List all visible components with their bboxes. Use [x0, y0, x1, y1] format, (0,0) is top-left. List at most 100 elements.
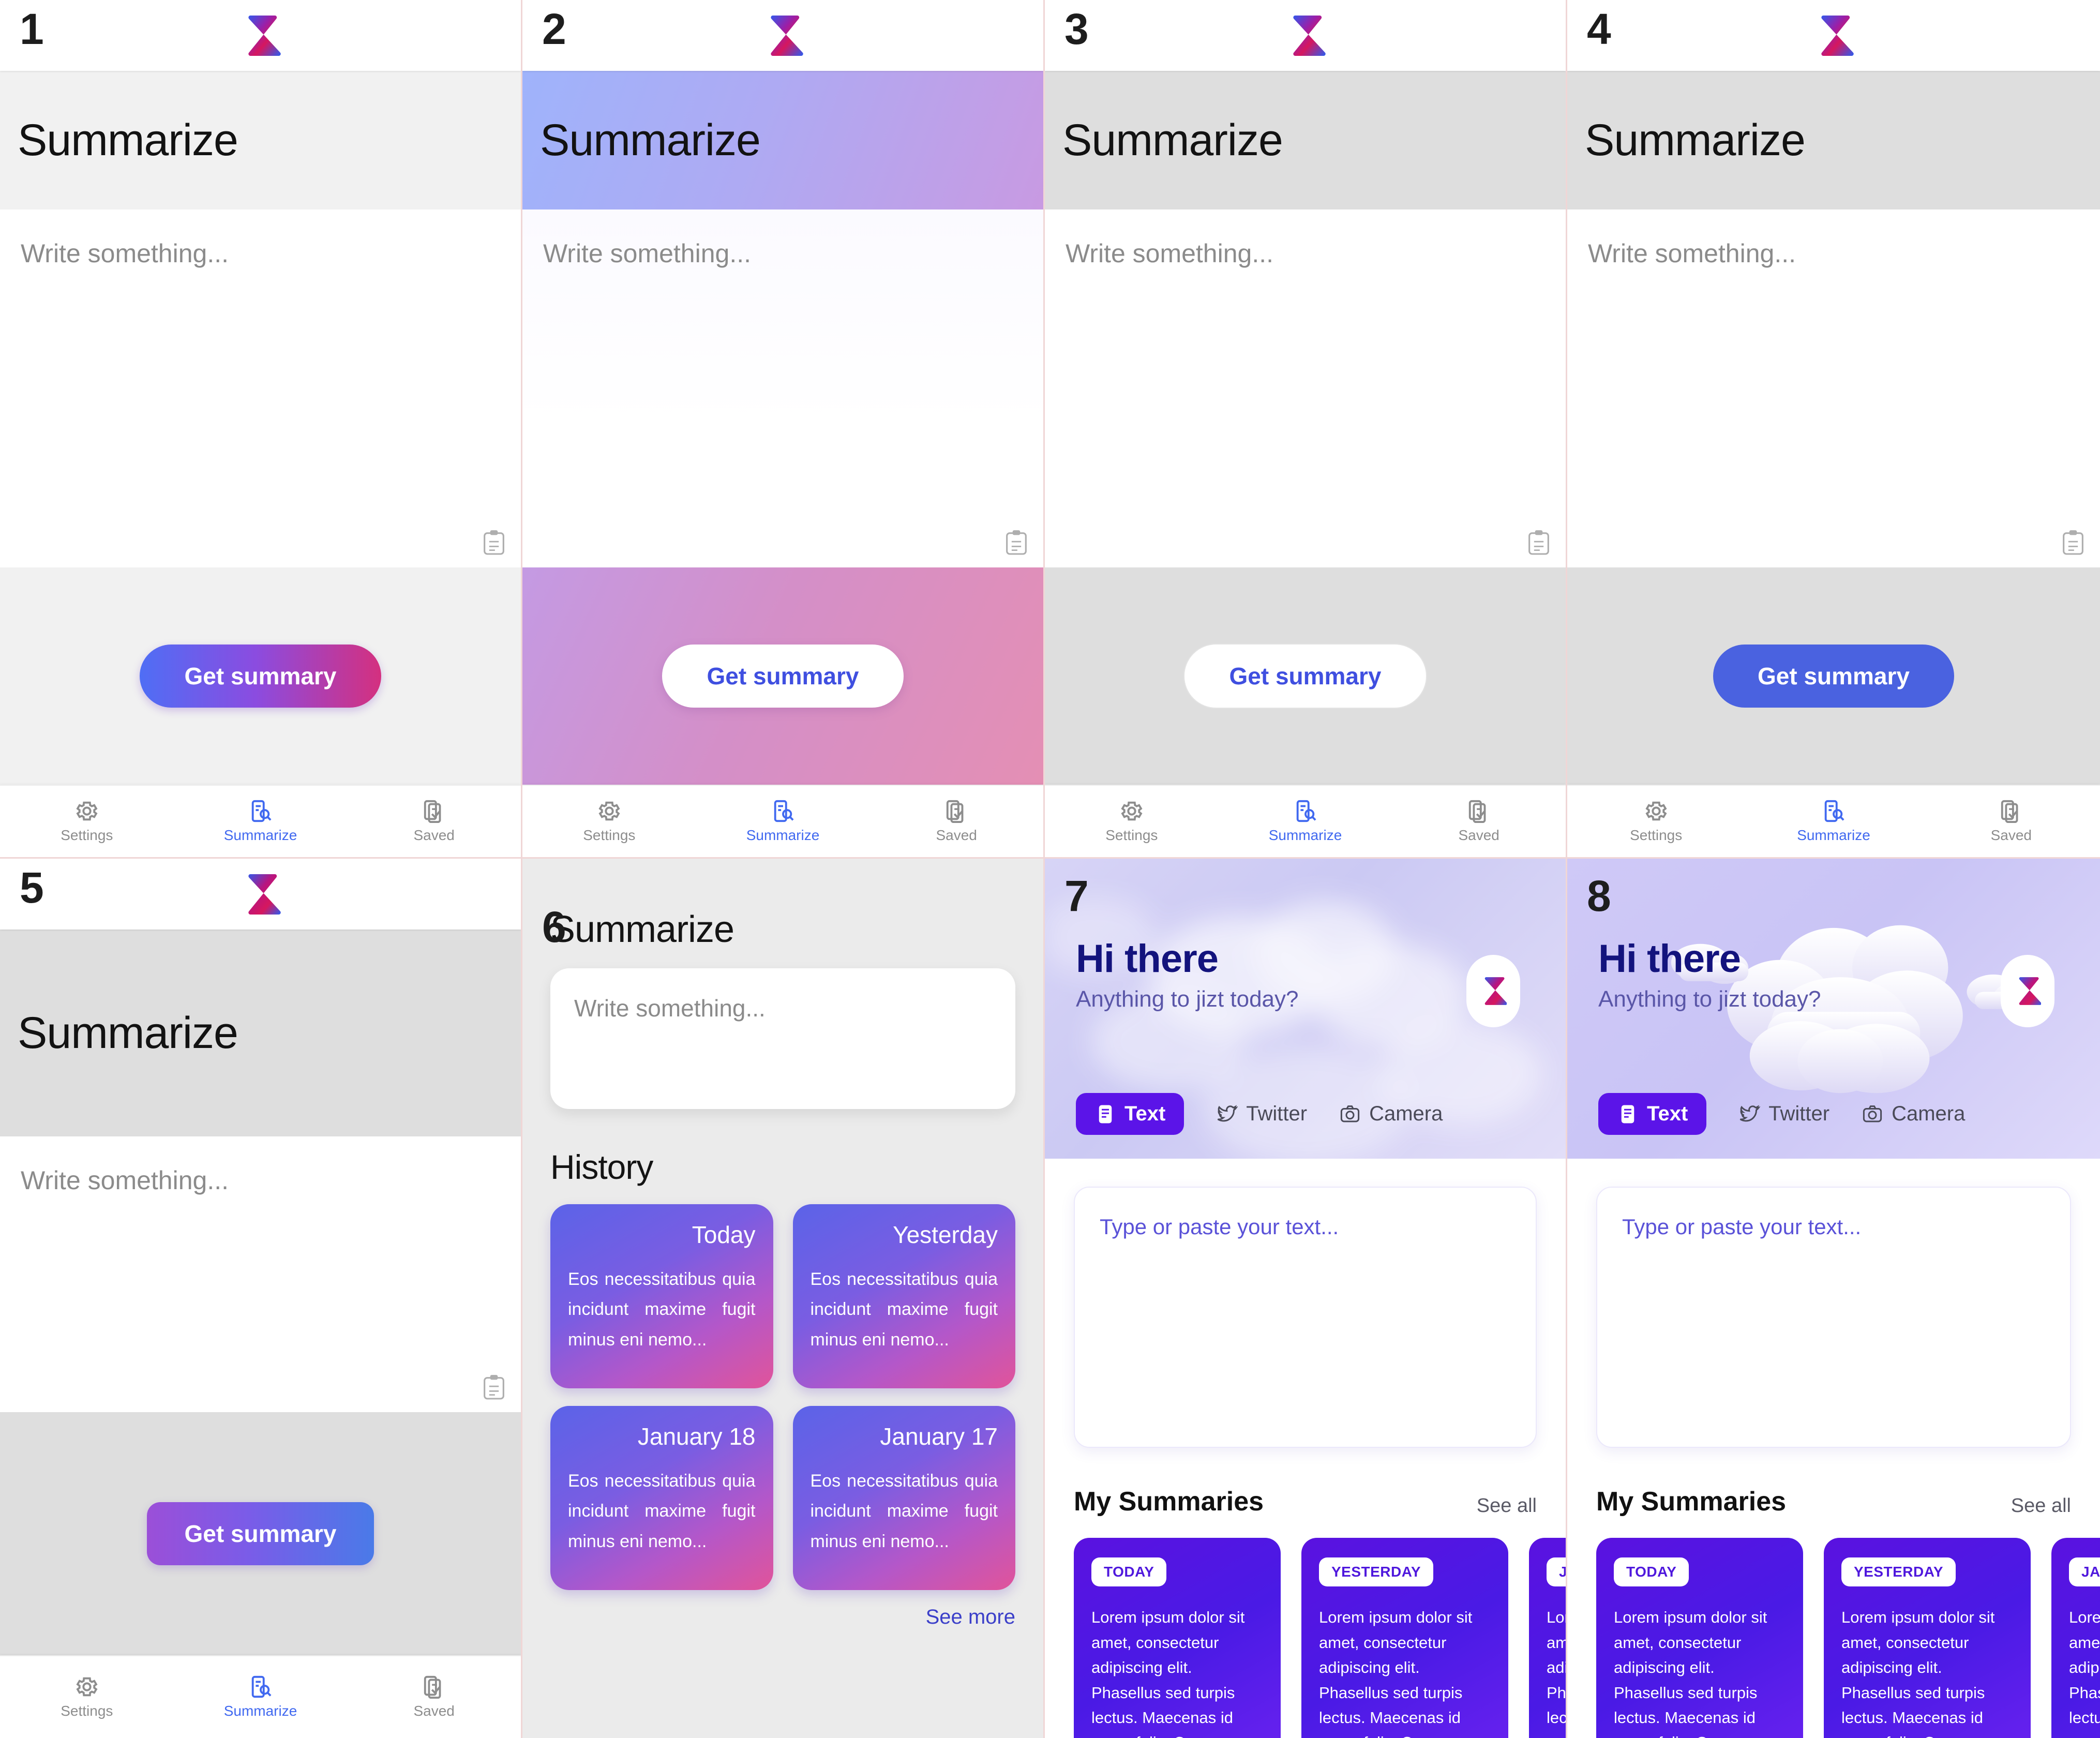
- nav-item-saved[interactable]: Saved: [1923, 799, 2100, 844]
- clipboard-paste-icon[interactable]: [2062, 529, 2084, 556]
- nav-label: Summarize: [746, 827, 820, 843]
- text-input-placeholder: Type or paste your text...: [1622, 1215, 1862, 1239]
- document-check-icon: [424, 800, 441, 823]
- nav-item-settings[interactable]: Settings: [1567, 799, 1745, 844]
- clipboard-paste-icon[interactable]: [1527, 529, 1550, 556]
- twitter-bird-icon: [1217, 1105, 1238, 1122]
- source-tabs: Text Twitter Camera: [1076, 1093, 1443, 1135]
- clipboard-paste-icon[interactable]: [483, 1374, 505, 1401]
- tab-twitter[interactable]: Twitter: [1738, 1102, 1829, 1126]
- nav-item-settings[interactable]: Settings: [0, 799, 174, 844]
- screen-8: 8 Hi there Anything to jizt today? Text …: [1567, 859, 2100, 1738]
- summary-card[interactable]: JAN. 21 Lorem ipsum dolor sit amet, cons…: [1529, 1538, 1566, 1738]
- document-check-icon: [947, 800, 964, 823]
- bottom-navigation: Settings Summarize Saved: [0, 1655, 521, 1738]
- text-input-card[interactable]: Write something...: [550, 968, 1015, 1109]
- nav-item-summarize[interactable]: Summarize: [1219, 799, 1392, 844]
- page-title: Summarize: [540, 115, 761, 165]
- gear-icon: [598, 801, 620, 821]
- page-header: Summarize: [0, 71, 521, 209]
- tab-twitter[interactable]: Twitter: [1216, 1102, 1307, 1126]
- summaries-row[interactable]: TODAY Lorem ipsum dolor sit amet, consec…: [1567, 1538, 2100, 1738]
- top-bar: [0, 0, 521, 71]
- nav-label: Saved: [1458, 827, 1499, 843]
- see-all-link[interactable]: See all: [1477, 1495, 1537, 1517]
- screen-number: 7: [1064, 872, 1089, 920]
- nav-item-saved[interactable]: Saved: [869, 799, 1043, 844]
- text-input-placeholder: Write something...: [1066, 239, 1274, 268]
- screen-2: 2 Summarize Write something... Get summa…: [522, 0, 1045, 859]
- action-strip: Get summary: [522, 567, 1043, 785]
- summary-card[interactable]: YESTERDAY Lorem ipsum dolor sit amet, co…: [1824, 1538, 2031, 1738]
- nav-label: Summarize: [1268, 827, 1342, 843]
- history-card[interactable]: January 18 Eos necessitatibus quia incid…: [550, 1406, 773, 1590]
- tab-text[interactable]: Text: [1598, 1093, 1707, 1135]
- summary-card[interactable]: TODAY Lorem ipsum dolor sit amet, consec…: [1074, 1538, 1281, 1738]
- twitter-bird-icon: [1739, 1105, 1761, 1122]
- text-input-area[interactable]: Write something...: [522, 209, 1043, 567]
- history-card-date: January 18: [637, 1423, 756, 1450]
- nav-item-saved[interactable]: Saved: [347, 799, 521, 844]
- text-input-card[interactable]: Type or paste your text...: [1074, 1187, 1537, 1448]
- get-summary-button[interactable]: Get summary: [1713, 645, 1954, 708]
- avatar[interactable]: [2001, 955, 2054, 1027]
- document-search-icon: [1824, 800, 1844, 822]
- page-title: Summarize: [18, 1008, 238, 1058]
- text-input-placeholder: Type or paste your text...: [1100, 1215, 1339, 1239]
- nav-item-summarize[interactable]: Summarize: [1745, 799, 1922, 844]
- nav-label: Settings: [61, 827, 113, 843]
- nav-item-summarize[interactable]: Summarize: [696, 799, 870, 844]
- clipboard-paste-icon[interactable]: [1005, 529, 1028, 556]
- get-summary-button[interactable]: Get summary: [140, 645, 381, 708]
- nav-label: Summarize: [223, 827, 297, 843]
- history-card-body: Eos necessitatibus quia incidunt maxime …: [810, 1269, 998, 1350]
- summary-card[interactable]: TODAY Lorem ipsum dolor sit amet, consec…: [1596, 1538, 1803, 1738]
- summary-card[interactable]: JAN. 21 Lorem ipsum dolor sit amet, cons…: [2051, 1538, 2100, 1738]
- summary-card-badge: YESTERDAY: [1319, 1557, 1434, 1587]
- avatar[interactable]: [1466, 955, 1520, 1027]
- nav-item-summarize[interactable]: Summarize: [174, 799, 348, 844]
- nav-item-settings[interactable]: Settings: [0, 1675, 174, 1719]
- nav-label: Saved: [936, 827, 977, 843]
- summary-card[interactable]: YESTERDAY Lorem ipsum dolor sit amet, co…: [1301, 1538, 1508, 1738]
- clipboard-paste-icon[interactable]: [483, 529, 505, 556]
- jizt-hourglass-logo-icon: [246, 874, 281, 915]
- tab-camera[interactable]: Camera: [1862, 1102, 1965, 1126]
- text-input-area[interactable]: Write something...: [1567, 209, 2100, 567]
- summaries-row[interactable]: TODAY Lorem ipsum dolor sit amet, consec…: [1045, 1538, 1566, 1738]
- summary-card-badge: YESTERDAY: [1841, 1557, 1956, 1587]
- tab-text[interactable]: Text: [1076, 1093, 1184, 1135]
- history-card-body: Eos necessitatibus quia incidunt maxime …: [810, 1471, 998, 1551]
- nav-item-saved[interactable]: Saved: [347, 1675, 521, 1719]
- nav-item-saved[interactable]: Saved: [1392, 799, 1566, 844]
- text-input-card[interactable]: Type or paste your text...: [1596, 1187, 2071, 1448]
- tab-camera[interactable]: Camera: [1339, 1102, 1443, 1126]
- history-card[interactable]: Yesterday Eos necessitatibus quia incidu…: [792, 1204, 1015, 1388]
- history-card[interactable]: January 17 Eos necessitatibus quia incid…: [792, 1406, 1015, 1590]
- screen-number: 1: [20, 5, 44, 53]
- screen-number: 2: [542, 5, 566, 53]
- summary-card-body: Lorem ipsum dolor sit amet, consectetur …: [1614, 1608, 1767, 1738]
- get-summary-button[interactable]: Get summary: [1183, 643, 1427, 709]
- nav-item-settings[interactable]: Settings: [522, 799, 696, 844]
- nav-label: Summarize: [223, 1703, 297, 1719]
- history-card[interactable]: Today Eos necessitatibus quia incidunt m…: [550, 1204, 773, 1388]
- see-all-link[interactable]: See all: [2011, 1495, 2071, 1517]
- document-search-icon: [774, 800, 794, 822]
- see-more-link[interactable]: See more: [550, 1606, 1015, 1629]
- text-input-area[interactable]: Write something...: [0, 1136, 521, 1412]
- nav-item-summarize[interactable]: Summarize: [174, 1675, 348, 1719]
- top-bar: [1045, 0, 1566, 71]
- nav-label: Settings: [583, 827, 636, 843]
- summary-card-body: Lorem ipsum dolor sit amet, consectetur …: [1091, 1608, 1245, 1738]
- summary-card-badge: TODAY: [1614, 1557, 1689, 1587]
- history-card-body: Eos necessitatibus quia incidunt maxime …: [568, 1471, 756, 1551]
- top-bar: [1567, 0, 2100, 71]
- get-summary-button[interactable]: Get summary: [662, 645, 904, 708]
- get-summary-button[interactable]: Get summary: [147, 1502, 374, 1565]
- text-input-area[interactable]: Write something...: [0, 209, 521, 567]
- greeting-subtitle: Anything to jizt today?: [1598, 986, 1821, 1012]
- page-header: Summarize: [0, 930, 521, 1136]
- text-input-area[interactable]: Write something...: [1045, 209, 1566, 567]
- nav-item-settings[interactable]: Settings: [1045, 799, 1219, 844]
